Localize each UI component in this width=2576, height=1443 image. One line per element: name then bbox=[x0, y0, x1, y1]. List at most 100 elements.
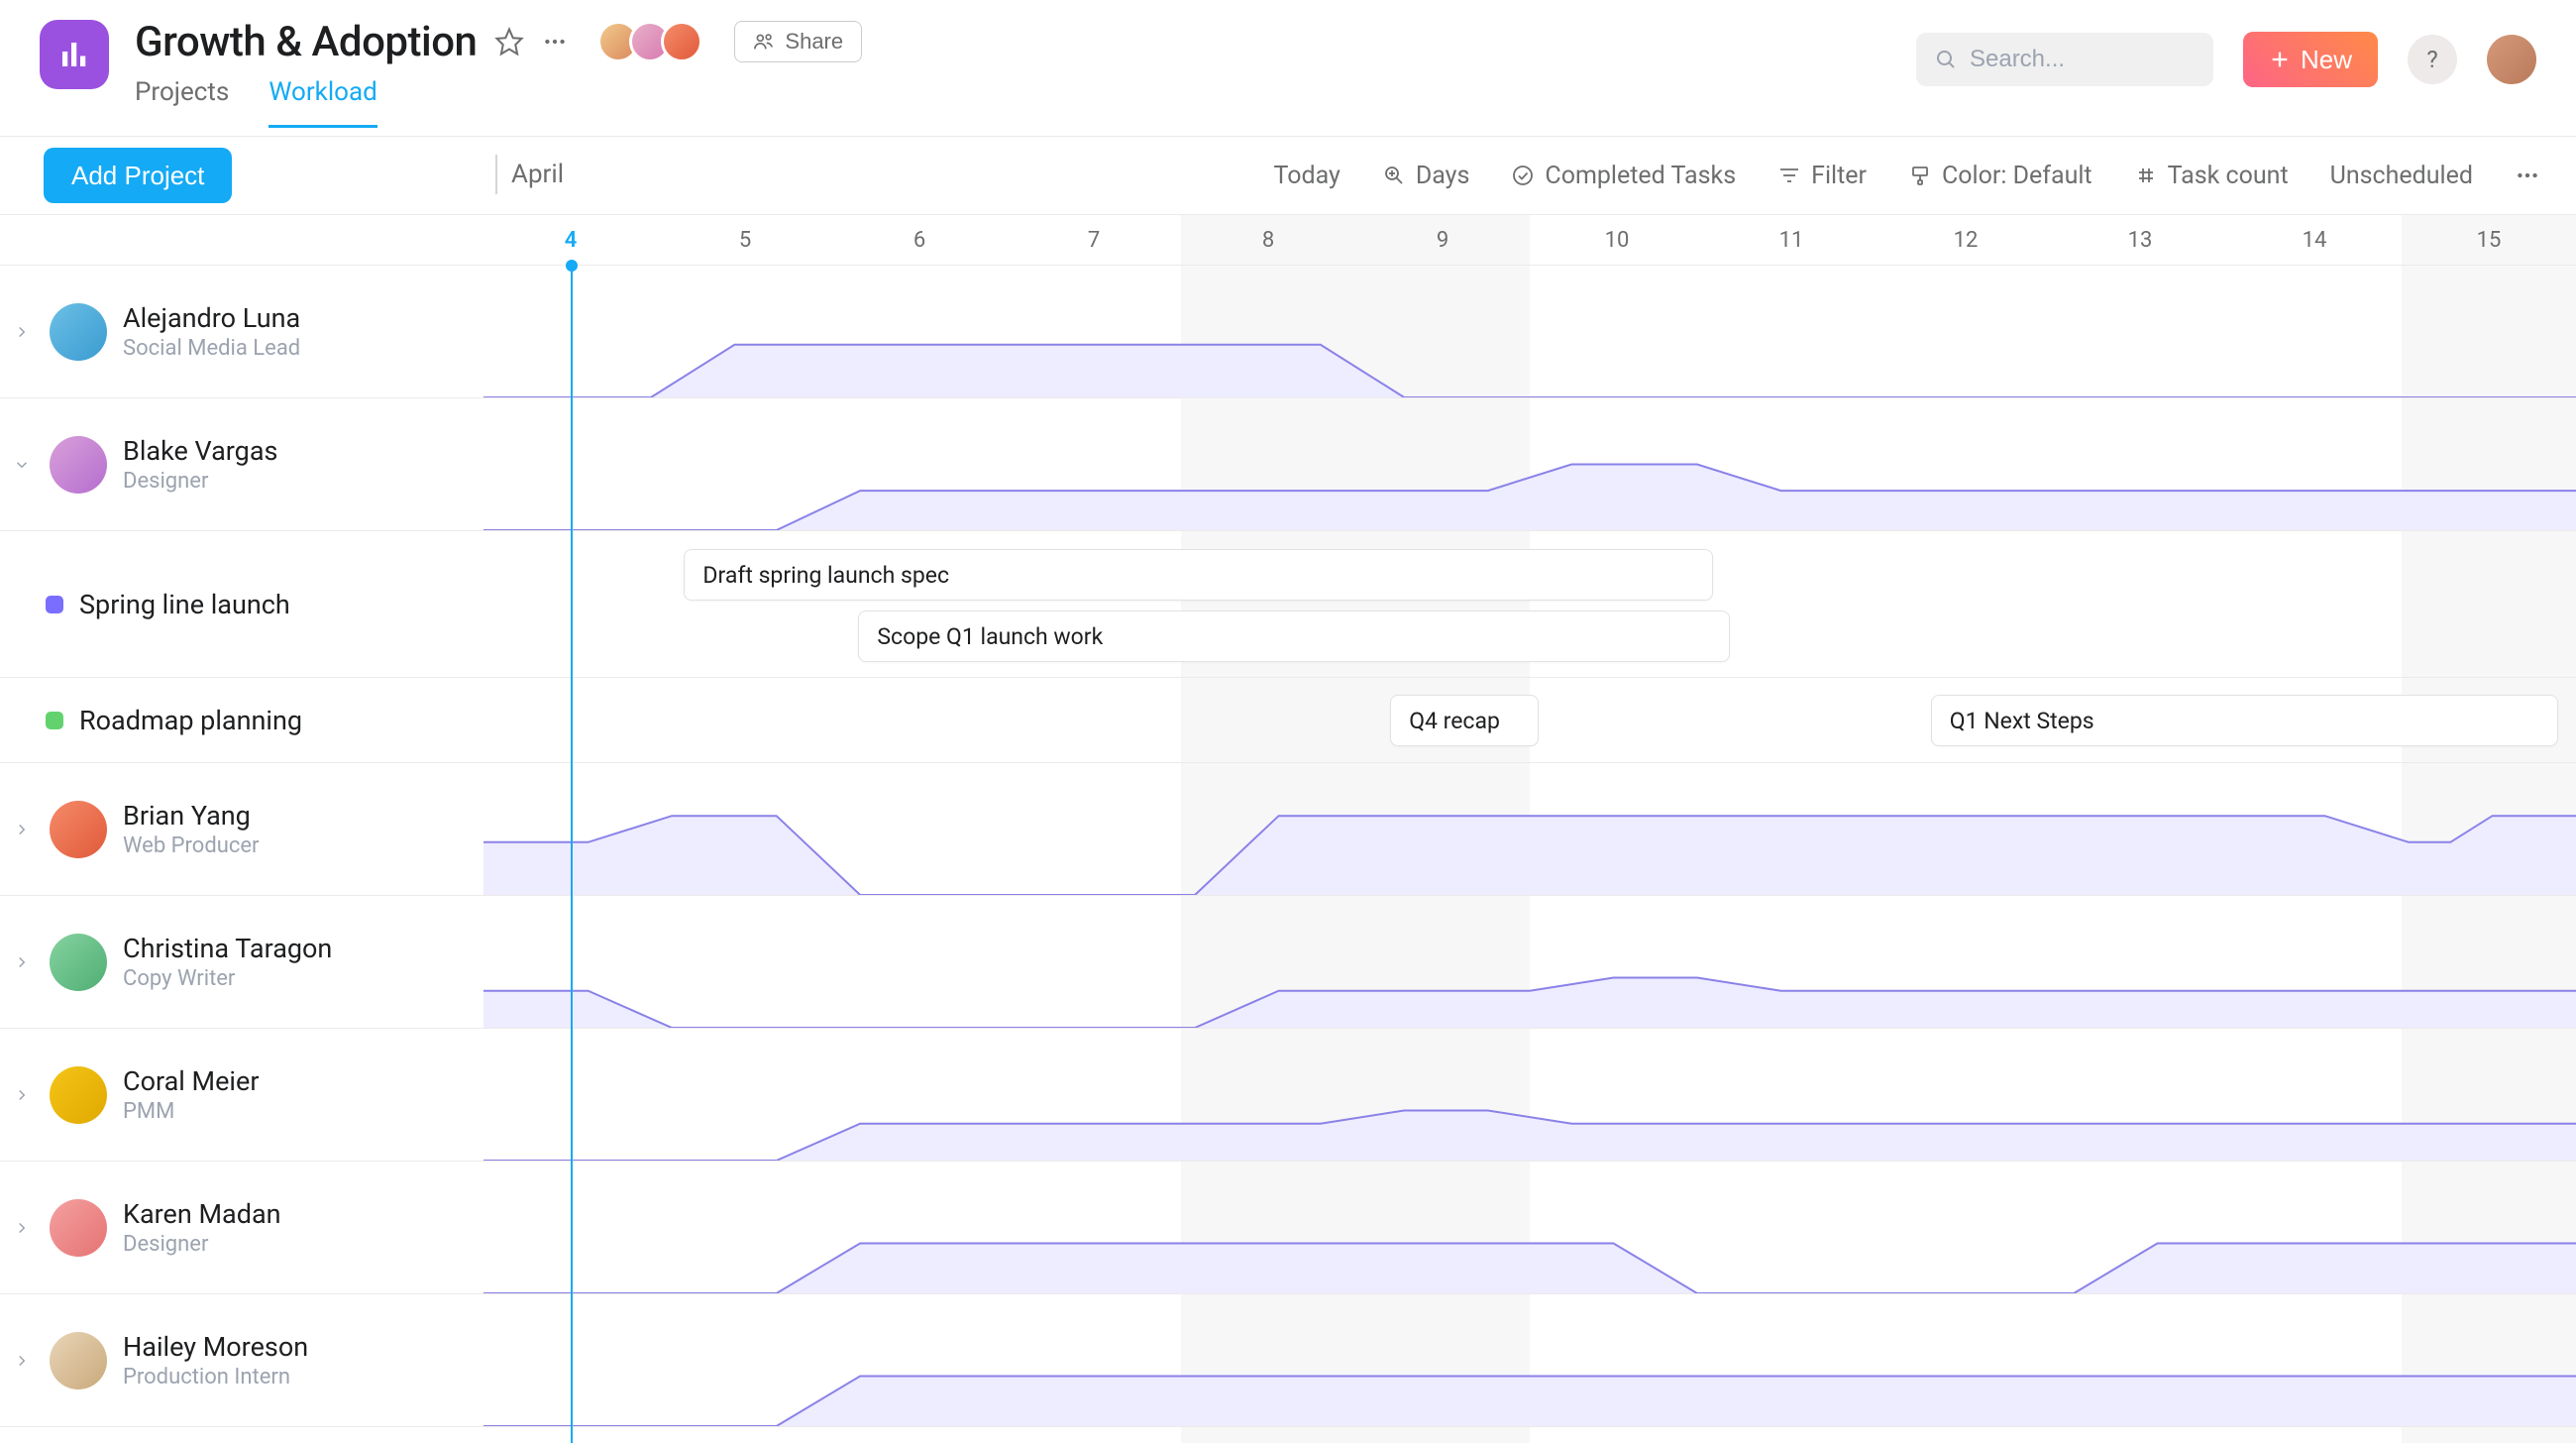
chevron-right-icon bbox=[13, 1086, 31, 1104]
color-button[interactable]: Color: Default bbox=[1908, 162, 2093, 190]
filter-icon bbox=[1777, 164, 1801, 187]
person-row[interactable]: Coral Meier PMM bbox=[0, 1029, 483, 1162]
workload-curve bbox=[483, 398, 2576, 530]
zoom-days-button[interactable]: Days bbox=[1382, 162, 1470, 190]
filter-button[interactable]: Filter bbox=[1777, 162, 1867, 190]
date-cell: 7 bbox=[1007, 215, 1181, 265]
date-cell: 8 bbox=[1181, 215, 1355, 265]
task-card[interactable]: Q4 recap bbox=[1390, 695, 1539, 746]
more-button[interactable] bbox=[542, 29, 568, 55]
completed-tasks-button[interactable]: Completed Tasks bbox=[1511, 162, 1736, 190]
timeline-lane[interactable] bbox=[483, 763, 2576, 896]
search-input[interactable] bbox=[1970, 46, 2196, 73]
avatar bbox=[50, 436, 107, 494]
person-row[interactable]: Alejandro Luna Social Media Lead bbox=[0, 266, 483, 398]
workload-curve bbox=[483, 1029, 2576, 1161]
person-row[interactable]: Brian Yang Web Producer bbox=[0, 763, 483, 896]
person-role: PMM bbox=[123, 1099, 259, 1124]
unscheduled-button[interactable]: Unscheduled bbox=[2330, 162, 2473, 190]
date-cell: 14 bbox=[2227, 215, 2402, 265]
expand-toggle[interactable] bbox=[10, 323, 34, 341]
expand-toggle[interactable] bbox=[10, 953, 34, 971]
timeline-lane[interactable] bbox=[483, 266, 2576, 398]
person-row[interactable]: Hailey Moreson Production Intern bbox=[0, 1294, 483, 1427]
month-label: April bbox=[495, 155, 564, 194]
people-icon bbox=[753, 31, 775, 53]
timeline-lane[interactable]: Q4 recap Q1 Next Steps bbox=[483, 678, 2576, 763]
today-dot bbox=[566, 260, 578, 272]
tab-workload[interactable]: Workload bbox=[268, 77, 376, 128]
dots-icon bbox=[2515, 163, 2540, 188]
search-box[interactable] bbox=[1916, 33, 2213, 86]
project-icon bbox=[40, 20, 109, 89]
task-card[interactable]: Scope Q1 launch work bbox=[858, 610, 1730, 662]
person-name: Hailey Moreson bbox=[123, 1331, 308, 1363]
project-label: Spring line launch bbox=[79, 589, 290, 620]
avatar bbox=[50, 1332, 107, 1389]
timeline-lane[interactable] bbox=[483, 398, 2576, 531]
share-button[interactable]: Share bbox=[734, 21, 862, 62]
chart-icon bbox=[56, 37, 92, 72]
tab-projects[interactable]: Projects bbox=[135, 77, 229, 128]
date-cell: 9 bbox=[1355, 215, 1530, 265]
workload-curve bbox=[483, 896, 2576, 1028]
timeline-lane[interactable]: Draft spring launch spec Scope Q1 launch … bbox=[483, 531, 2576, 678]
toolbar: Add Project April Today Days Completed T… bbox=[0, 137, 2576, 214]
expand-toggle[interactable] bbox=[10, 456, 34, 474]
timeline-lane[interactable] bbox=[483, 1294, 2576, 1427]
task-card[interactable]: Q1 Next Steps bbox=[1931, 695, 2559, 746]
person-role: Copy Writer bbox=[123, 966, 332, 991]
timeline-lane[interactable] bbox=[483, 1162, 2576, 1294]
chevron-right-icon bbox=[13, 953, 31, 971]
person-name: Brian Yang bbox=[123, 800, 260, 832]
person-info: Coral Meier PMM bbox=[123, 1065, 259, 1124]
workload-curve bbox=[483, 1294, 2576, 1426]
person-row[interactable]: Karen Madan Designer bbox=[0, 1162, 483, 1294]
project-row[interactable]: Spring line launch bbox=[0, 531, 483, 678]
person-role: Production Intern bbox=[123, 1365, 308, 1389]
today-button[interactable]: Today bbox=[1274, 162, 1341, 190]
person-role: Designer bbox=[123, 469, 277, 494]
expand-toggle[interactable] bbox=[10, 1086, 34, 1104]
person-name: Christina Taragon bbox=[123, 933, 332, 964]
timeline-lane[interactable] bbox=[483, 896, 2576, 1029]
expand-toggle[interactable] bbox=[10, 1352, 34, 1370]
project-color-dot bbox=[46, 596, 63, 613]
timeline-body: Alejandro Luna Social Media Lead Blake V… bbox=[0, 266, 2576, 1443]
me-avatar[interactable] bbox=[2487, 35, 2536, 84]
task-count-button[interactable]: Task count bbox=[2134, 162, 2289, 190]
add-project-button[interactable]: Add Project bbox=[44, 148, 232, 203]
color-label: Color: Default bbox=[1942, 162, 2093, 190]
person-row[interactable]: Christina Taragon Copy Writer bbox=[0, 896, 483, 1029]
today-line bbox=[571, 266, 573, 1443]
timeline-column[interactable]: Draft spring launch spec Scope Q1 launch … bbox=[483, 266, 2576, 1443]
toolbar-more-button[interactable] bbox=[2515, 163, 2540, 188]
timeline-lane[interactable] bbox=[483, 1029, 2576, 1162]
person-info: Hailey Moreson Production Intern bbox=[123, 1331, 308, 1389]
star-button[interactable] bbox=[494, 27, 524, 56]
collaborator-avatars[interactable] bbox=[597, 21, 702, 62]
task-count-label: Task count bbox=[2168, 162, 2289, 190]
expand-toggle[interactable] bbox=[10, 1219, 34, 1237]
hash-icon bbox=[2134, 164, 2158, 187]
chevron-down-icon bbox=[13, 456, 31, 474]
person-name: Alejandro Luna bbox=[123, 302, 300, 334]
share-label: Share bbox=[785, 29, 843, 55]
avatar bbox=[50, 303, 107, 361]
date-cell: 12 bbox=[1878, 215, 2053, 265]
workload-curve bbox=[483, 266, 2576, 397]
help-button[interactable]: ? bbox=[2408, 35, 2457, 84]
person-name: Coral Meier bbox=[123, 1065, 259, 1097]
task-card[interactable]: Draft spring launch spec bbox=[684, 549, 1712, 601]
date-cell: 4 bbox=[483, 215, 658, 265]
date-cell: 10 bbox=[1530, 215, 1704, 265]
expand-toggle[interactable] bbox=[10, 821, 34, 838]
avatar bbox=[50, 934, 107, 991]
project-row[interactable]: Roadmap planning bbox=[0, 678, 483, 763]
person-row[interactable]: Blake Vargas Designer bbox=[0, 398, 483, 531]
completed-label: Completed Tasks bbox=[1545, 162, 1736, 190]
new-button[interactable]: New bbox=[2243, 32, 2378, 87]
header-right: New ? bbox=[1916, 32, 2536, 87]
unassigned-row[interactable]: Unassigned bbox=[0, 1427, 483, 1443]
person-role: Designer bbox=[123, 1232, 281, 1257]
